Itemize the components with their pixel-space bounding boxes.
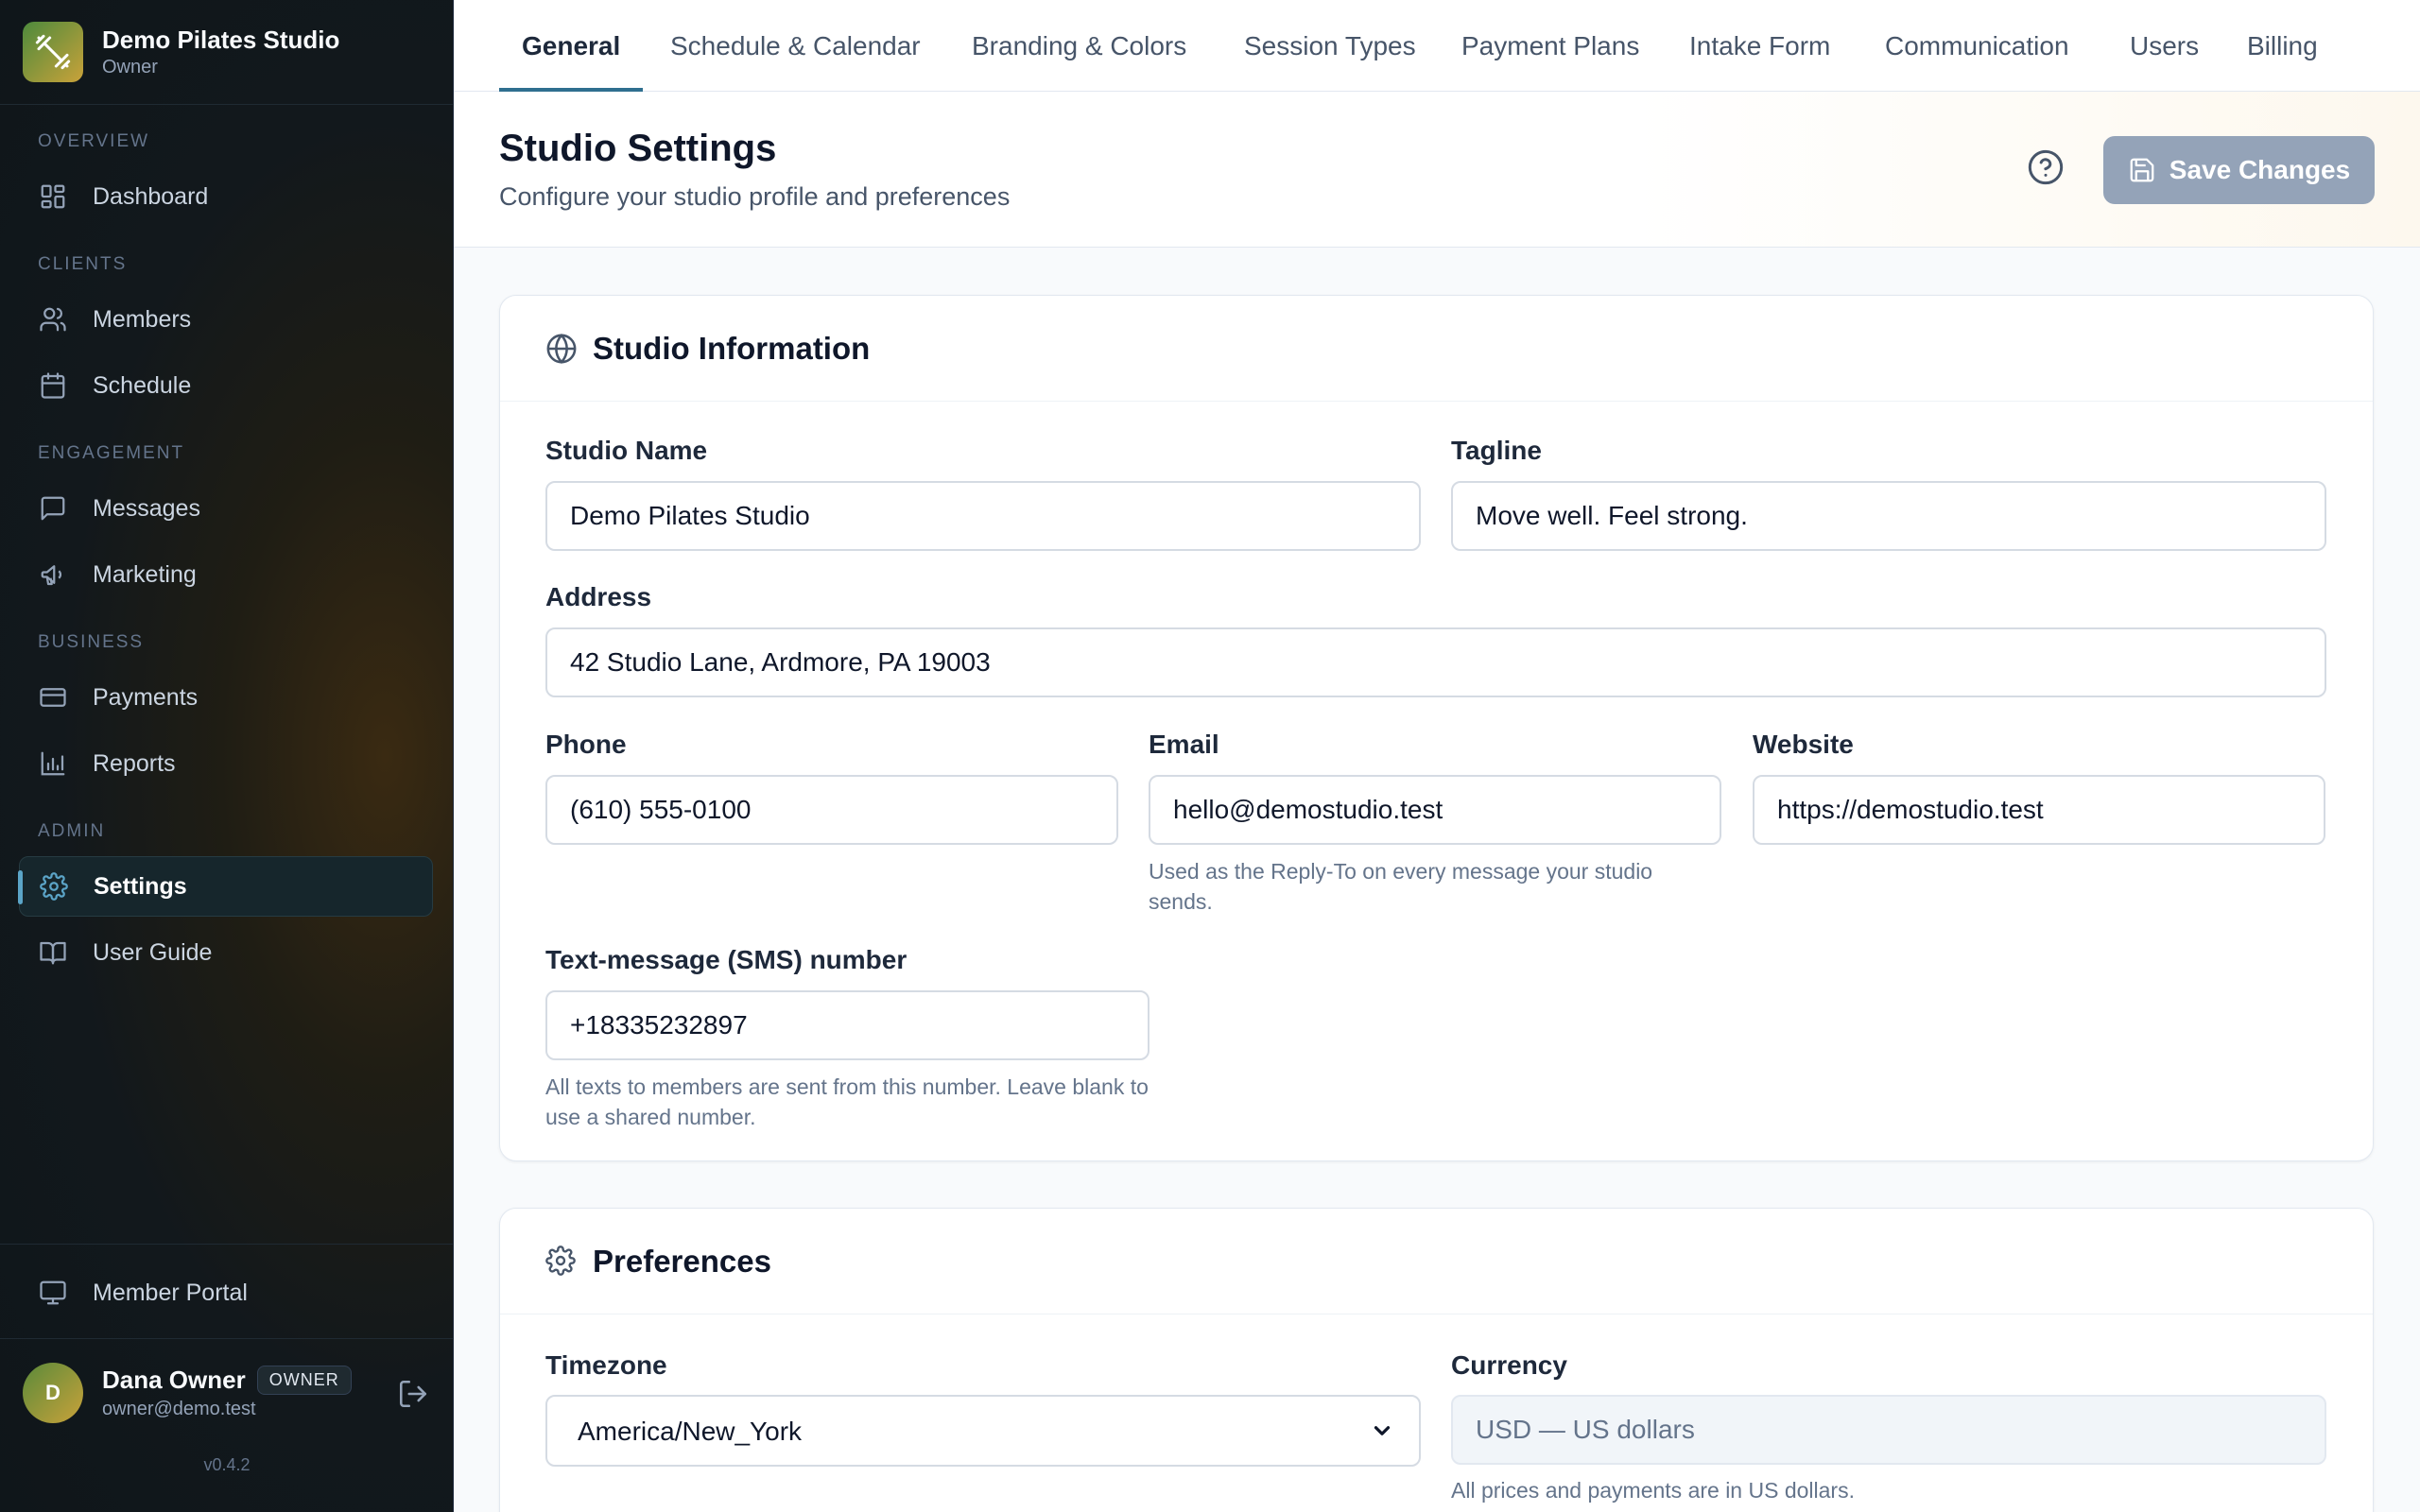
sidebar-item-label: Payments xyxy=(93,683,199,711)
sms-number-input[interactable] xyxy=(545,990,1150,1060)
currency-label: Currency xyxy=(1451,1350,1567,1380)
sidebar: Demo Pilates Studio Owner OVERVIEW Dashb… xyxy=(0,0,454,1512)
page-header: Studio Settings Configure your studio pr… xyxy=(454,92,2420,248)
timezone-select[interactable]: America/New_York xyxy=(545,1395,1421,1467)
tagline-label: Tagline xyxy=(1451,436,1542,465)
nav-section-engagement: ENGAGEMENT xyxy=(38,443,185,463)
gear-icon xyxy=(545,1245,578,1278)
email-hint: Used as the Reply-To on every message yo… xyxy=(1149,859,1653,914)
preferences-card: Preferences Timezone America/New_York Cu… xyxy=(499,1208,2374,1512)
main-content: General Schedule & Calendar Branding & C… xyxy=(454,0,2420,1512)
sidebar-item-label: Member Portal xyxy=(93,1279,248,1306)
save-icon xyxy=(2128,156,2156,184)
sidebar-item-schedule[interactable]: Schedule xyxy=(19,355,433,416)
tab-payment-plans[interactable]: Payment Plans xyxy=(1461,0,1639,92)
website-label: Website xyxy=(1753,730,1854,759)
brand-role: Owner xyxy=(102,57,158,77)
tab-branding-colors[interactable]: Branding & Colors xyxy=(972,0,1186,92)
tab-intake-form[interactable]: Intake Form xyxy=(1689,0,1830,92)
website-input[interactable] xyxy=(1753,775,2325,845)
tab-billing[interactable]: Billing xyxy=(2247,0,2318,92)
card-header: Studio Information xyxy=(500,296,2373,402)
sidebar-item-label: Members xyxy=(93,305,192,333)
address-input[interactable] xyxy=(545,627,2326,697)
users-icon xyxy=(38,304,68,335)
tab-users[interactable]: Users xyxy=(2130,0,2199,92)
sidebar-item-label: Marketing xyxy=(93,560,197,588)
sidebar-item-label: Dashboard xyxy=(93,182,209,210)
sidebar-item-label: User Guide xyxy=(93,938,213,966)
sidebar-item-member-portal[interactable]: Member Portal xyxy=(19,1263,433,1323)
brand-name: Demo Pilates Studio xyxy=(102,26,340,54)
phone-input[interactable] xyxy=(545,775,1118,845)
book-icon xyxy=(38,937,68,968)
page-subtitle: Configure your studio profile and prefer… xyxy=(499,182,1011,211)
phone-label: Phone xyxy=(545,730,627,759)
sidebar-item-label: Schedule xyxy=(93,371,192,399)
logout-icon[interactable] xyxy=(397,1378,431,1412)
tab-communication[interactable]: Communication xyxy=(1885,0,2069,92)
studio-information-card: Studio Information Studio Name Tagline A… xyxy=(499,295,2374,1161)
calendar-icon xyxy=(38,370,68,401)
divider xyxy=(0,104,454,105)
gear-icon xyxy=(39,871,69,902)
email-input[interactable] xyxy=(1149,775,1721,845)
sidebar-item-dashboard[interactable]: Dashboard xyxy=(19,166,433,227)
card-header: Preferences xyxy=(500,1209,2373,1314)
tab-session-types[interactable]: Session Types xyxy=(1244,0,1416,92)
address-label: Address xyxy=(545,582,652,611)
card-title: Preferences xyxy=(593,1243,771,1279)
timezone-label: Timezone xyxy=(545,1350,667,1380)
role-badge: OWNER xyxy=(256,1366,352,1395)
studio-name-label: Studio Name xyxy=(545,436,708,465)
currency-hint: All prices and payments are in US dollar… xyxy=(1451,1478,1855,1503)
brand[interactable]: Demo Pilates Studio Owner xyxy=(23,22,431,82)
nav-section-admin: ADMIN xyxy=(38,821,106,841)
sms-number-hint: All texts to members are sent from this … xyxy=(545,1074,1149,1129)
sidebar-item-label: Settings xyxy=(94,872,187,900)
save-button[interactable]: Save Changes xyxy=(2103,136,2375,204)
sidebar-item-reports[interactable]: Reports xyxy=(19,733,433,794)
currency-input xyxy=(1451,1395,2326,1465)
sidebar-item-user-guide[interactable]: User Guide xyxy=(19,922,433,983)
sidebar-item-marketing[interactable]: Marketing xyxy=(19,544,433,605)
sms-number-label: Text-message (SMS) number xyxy=(545,945,908,974)
user-email: owner@demo.test xyxy=(102,1399,256,1419)
email-label: Email xyxy=(1149,730,1219,759)
save-button-label: Save Changes xyxy=(2169,155,2351,184)
app-version: v0.4.2 xyxy=(203,1455,251,1474)
credit-card-icon xyxy=(38,682,68,713)
nav-section-business: BUSINESS xyxy=(38,632,145,652)
help-icon[interactable] xyxy=(2027,148,2065,186)
sidebar-item-settings[interactable]: Settings xyxy=(18,856,433,917)
studio-name-input[interactable] xyxy=(545,481,1421,551)
nav-section-overview: OVERVIEW xyxy=(38,131,150,151)
message-icon xyxy=(38,493,68,524)
sidebar-item-messages[interactable]: Messages xyxy=(19,478,433,539)
card-title: Studio Information xyxy=(593,330,871,366)
tab-general[interactable]: General xyxy=(498,0,644,92)
sidebar-item-label: Messages xyxy=(93,494,200,522)
divider xyxy=(0,1244,454,1245)
studio-logo-icon xyxy=(23,22,83,82)
avatar[interactable]: D xyxy=(23,1363,83,1423)
tab-schedule-calendar[interactable]: Schedule & Calendar xyxy=(670,0,921,92)
sidebar-item-label: Reports xyxy=(93,749,176,777)
tagline-input[interactable] xyxy=(1451,481,2326,551)
megaphone-icon xyxy=(38,559,68,590)
chevron-down-icon xyxy=(1370,1418,1396,1445)
dashboard-icon xyxy=(38,181,68,212)
settings-tabs: General Schedule & Calendar Branding & C… xyxy=(454,0,2420,92)
sidebar-item-payments[interactable]: Payments xyxy=(19,667,433,728)
monitor-icon xyxy=(38,1278,68,1308)
user-name: Dana Owner xyxy=(102,1366,246,1394)
sidebar-item-members[interactable]: Members xyxy=(19,289,433,350)
divider xyxy=(0,1338,454,1339)
globe-icon xyxy=(545,333,578,365)
bar-chart-icon xyxy=(38,748,68,779)
page-title: Studio Settings xyxy=(499,128,777,169)
nav-section-clients: CLIENTS xyxy=(38,254,128,274)
user-profile: D Dana Owner OWNER owner@demo.test xyxy=(23,1361,431,1425)
